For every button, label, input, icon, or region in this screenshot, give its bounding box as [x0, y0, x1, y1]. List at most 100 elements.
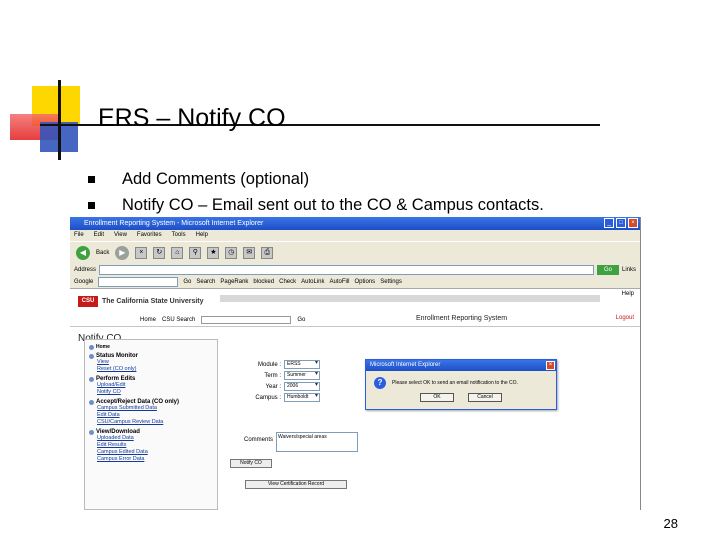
year-select[interactable]: 2006: [284, 382, 320, 391]
dialog-ok-button[interactable]: OK: [420, 393, 454, 402]
comments-label: Comments: [243, 437, 273, 443]
google-autofill[interactable]: AutoFill: [329, 279, 349, 285]
bullet-item: Notify CO – Email sent out to the CO & C…: [88, 192, 544, 218]
address-go-button[interactable]: Go: [596, 264, 619, 275]
module-select[interactable]: ERSS: [284, 360, 320, 369]
app-title: Enrollment Reporting System: [416, 315, 508, 322]
bullet-icon: [89, 429, 94, 435]
site-name: The California State University: [102, 297, 204, 305]
search-icon[interactable]: ⚲: [189, 246, 202, 259]
home-icon[interactable]: ⌂: [171, 246, 184, 259]
term-label: Term :: [264, 372, 281, 379]
google-blocked[interactable]: blocked: [253, 279, 274, 285]
sidebar-link-campus-error[interactable]: Campus Error Data: [97, 456, 213, 463]
form-row-term: Term : Summer: [230, 370, 320, 381]
sidebar-link-upload[interactable]: Upload/Edit: [97, 382, 213, 389]
sidebar-link-edit-data[interactable]: Edit Data: [97, 412, 213, 419]
decor-vertical-line: [58, 80, 61, 160]
maximize-icon[interactable]: □: [616, 218, 626, 228]
notify-co-button[interactable]: Notify CO: [230, 459, 272, 468]
close-icon[interactable]: ×: [628, 218, 638, 228]
bullet-marker: [88, 175, 95, 183]
sidebar-link-edit-results[interactable]: Edit Results: [97, 442, 213, 449]
campus-label: Campus :: [255, 394, 281, 401]
bullet-icon: [89, 344, 94, 350]
back-label: Back: [96, 249, 110, 256]
browser-title-bar: Enrollment Reporting System - Microsoft …: [70, 217, 640, 230]
sidebar-link-review[interactable]: CSU/Campus Review Data: [97, 419, 213, 426]
site-go-button[interactable]: Go: [297, 317, 305, 323]
bullet-text: Notify CO – Email sent out to the CO & C…: [122, 195, 544, 214]
site-header: CSU The California State University Help: [70, 289, 640, 313]
bullet-item: Add Comments (optional): [88, 166, 544, 192]
module-label: Module :: [257, 361, 281, 368]
help-link[interactable]: Help: [622, 291, 634, 297]
window-controls: _ □ ×: [604, 218, 638, 228]
sidebar-section-status: Status Monitor View Reset (CO only): [89, 353, 213, 373]
form-row-year: Year : 2006: [230, 381, 320, 392]
address-input[interactable]: [99, 264, 594, 275]
menu-view[interactable]: View: [114, 230, 127, 241]
sidebar-section-edits: Perform Edits Upload/Edit Notify CO: [89, 376, 213, 396]
menu-favorites[interactable]: Favorites: [137, 230, 162, 241]
google-options[interactable]: Options: [355, 279, 376, 285]
google-search-input[interactable]: [98, 277, 179, 287]
slide-title: ERS – Notify CO: [98, 104, 286, 132]
google-pagerank[interactable]: PageRank: [220, 279, 248, 285]
google-go[interactable]: Go: [183, 279, 191, 285]
sidebar-link-uploaded[interactable]: Uploaded Data: [97, 435, 213, 442]
print-icon[interactable]: ⎙: [261, 246, 274, 259]
sidebar-link-view[interactable]: View: [97, 359, 213, 366]
browser-menu-bar: File Edit View Favorites Tools Help: [70, 230, 640, 241]
google-settings[interactable]: Settings: [380, 279, 402, 285]
menu-edit[interactable]: Edit: [94, 230, 104, 241]
confirm-dialog: Microsoft Internet Explorer × ? Please s…: [365, 359, 557, 410]
browser-screenshot: Enrollment Reporting System - Microsoft …: [70, 217, 641, 510]
dialog-close-icon[interactable]: ×: [546, 361, 555, 370]
refresh-icon[interactable]: ↻: [153, 246, 166, 259]
browser-title: Enrollment Reporting System - Microsoft …: [84, 220, 264, 227]
year-label: Year :: [265, 383, 281, 390]
google-search[interactable]: Search: [196, 279, 215, 285]
comments-textarea[interactable]: Waivers/special areas: [276, 432, 358, 452]
campus-select[interactable]: Humboldt: [284, 393, 320, 402]
comments-row: Comments Waivers/special areas: [230, 432, 358, 452]
mail-icon[interactable]: ✉: [243, 246, 256, 259]
dialog-message: Please select OK to send an email notifi…: [392, 380, 518, 386]
form-row-module: Module : ERSS: [230, 359, 320, 370]
dialog-cancel-button[interactable]: Cancel: [468, 393, 502, 402]
browser-toolbar: ◀ Back ▶ × ↻ ⌂ ⚲ ★ ◷ ✉ ⎙: [70, 241, 640, 263]
csu-search-link[interactable]: CSU Search: [162, 317, 195, 323]
minimize-icon[interactable]: _: [604, 218, 614, 228]
back-arrow-icon[interactable]: ◀: [76, 245, 90, 260]
view-certification-button[interactable]: View Certification Record: [245, 480, 347, 489]
sidebar-heading[interactable]: Home: [96, 344, 110, 350]
term-select[interactable]: Summer: [284, 371, 320, 380]
sidebar-link-campus-edited[interactable]: Campus Edited Data: [97, 449, 213, 456]
links-label[interactable]: Links: [622, 267, 636, 273]
menu-file[interactable]: File: [74, 230, 84, 241]
menu-help[interactable]: Help: [196, 230, 208, 241]
logout-link[interactable]: Logout: [616, 315, 634, 321]
stop-icon[interactable]: ×: [135, 246, 148, 259]
bullet-icon: [89, 353, 94, 359]
sidebar-section-download: View/Download Uploaded Data Edit Results…: [89, 429, 213, 463]
dialog-body: ? Please select OK to send an email noti…: [366, 371, 556, 389]
history-icon[interactable]: ◷: [225, 246, 238, 259]
home-link[interactable]: Home: [140, 317, 156, 323]
csu-logo[interactable]: CSU: [78, 295, 98, 307]
menu-tools[interactable]: Tools: [172, 230, 186, 241]
dialog-title: Microsoft Internet Explorer: [370, 362, 441, 368]
favorites-icon[interactable]: ★: [207, 246, 220, 259]
forward-arrow-icon[interactable]: ▶: [115, 245, 130, 260]
site-search-input[interactable]: [201, 315, 292, 324]
address-label: Address: [74, 266, 97, 273]
google-autolink[interactable]: AutoLink: [301, 279, 324, 285]
sidebar-section-home: Home: [89, 344, 213, 350]
sidebar-link-submitted[interactable]: Campus Submitted Data: [97, 405, 213, 412]
sidebar-link-reset[interactable]: Reset (CO only): [97, 366, 213, 373]
header-band: [220, 295, 600, 302]
google-check[interactable]: Check: [279, 279, 296, 285]
dialog-buttons: OK Cancel: [366, 393, 556, 402]
sidebar-link-notify[interactable]: Notify CO: [97, 389, 213, 396]
